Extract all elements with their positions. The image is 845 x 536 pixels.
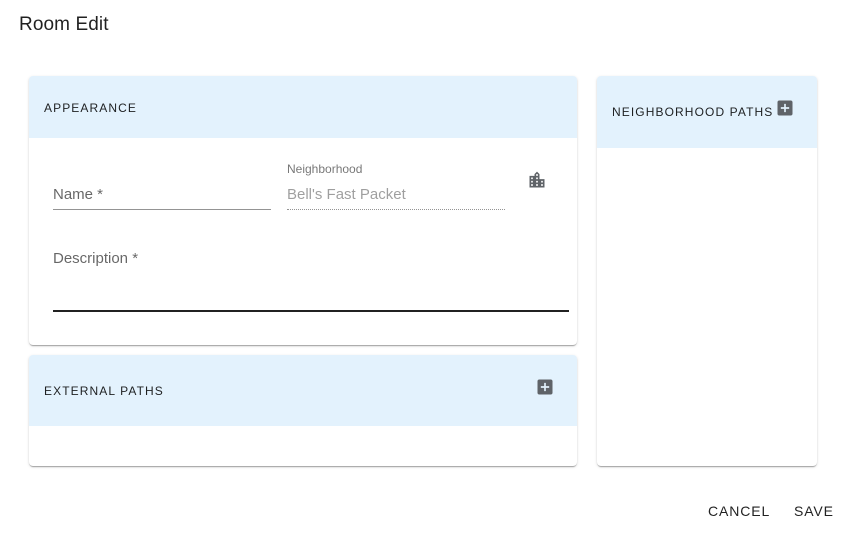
neighborhood-paths-header: NEIGHBORHOOD PATHS: [597, 76, 817, 148]
neighborhood-field: Neighborhood Bell's Fast Packet: [287, 162, 505, 212]
cancel-button[interactable]: CANCEL: [708, 498, 770, 524]
neighborhood-value: Bell's Fast Packet: [287, 186, 406, 203]
neighborhood-paths-label: NEIGHBORHOOD PATHS: [612, 105, 774, 119]
appearance-header-label: APPEARANCE: [44, 101, 138, 115]
description-label: Description *: [53, 250, 139, 267]
dialog-title: Room Edit: [19, 14, 109, 35]
appearance-header: APPEARANCE: [29, 76, 577, 138]
external-paths-label: EXTERNAL PATHS: [44, 384, 164, 398]
appearance-card: APPEARANCE Name * Neighborhood Bell's Fa…: [29, 76, 577, 345]
external-paths-header: EXTERNAL PATHS: [29, 355, 577, 426]
description-underline: [53, 310, 569, 312]
add-neighborhood-path-button[interactable]: [775, 98, 795, 118]
neighborhood-underline: [287, 209, 505, 210]
name-underline: [53, 209, 271, 210]
add-box-icon: [777, 100, 793, 116]
name-label: Name *: [53, 186, 104, 203]
save-button[interactable]: SAVE: [794, 498, 834, 524]
add-external-path-button[interactable]: [535, 377, 555, 397]
external-paths-card: EXTERNAL PATHS: [29, 355, 577, 466]
neighborhood-paths-card: NEIGHBORHOOD PATHS: [597, 76, 817, 466]
city-icon[interactable]: [527, 170, 547, 190]
neighborhood-label: Neighborhood: [287, 162, 363, 176]
name-field[interactable]: Name *: [53, 176, 271, 212]
add-box-icon: [537, 379, 553, 395]
description-field[interactable]: Description *: [53, 240, 569, 314]
